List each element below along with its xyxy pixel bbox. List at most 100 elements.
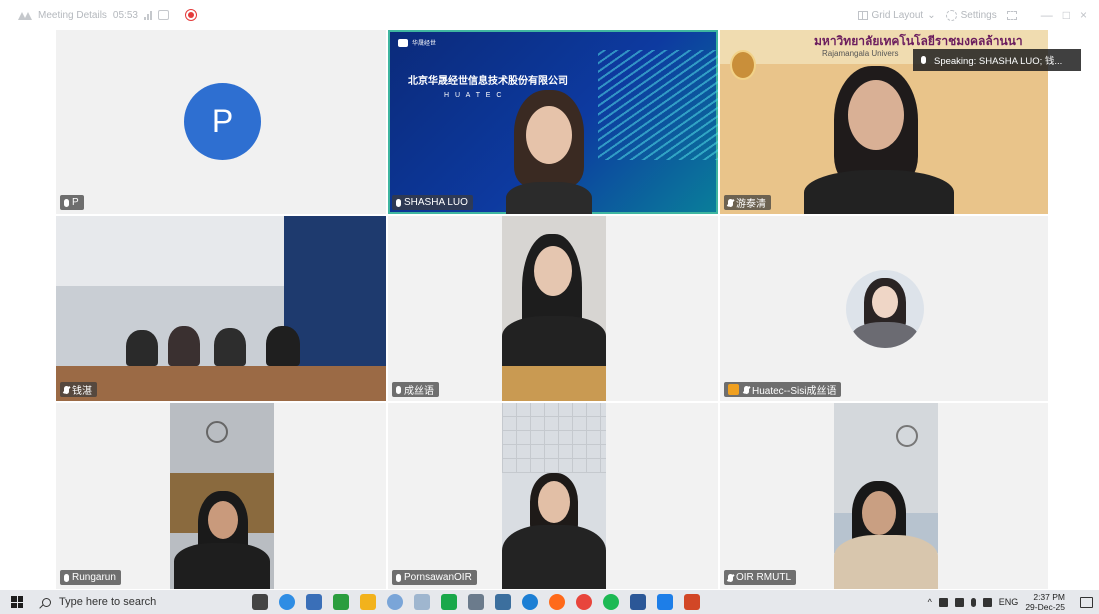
avatar: P xyxy=(184,83,261,160)
paint-icon[interactable] xyxy=(387,594,403,610)
edge-icon[interactable] xyxy=(279,594,295,610)
language-indicator[interactable]: ENG xyxy=(999,597,1019,607)
gear-icon xyxy=(945,9,957,21)
chevron-down-icon: ⌄ xyxy=(927,9,936,21)
volume-icon[interactable] xyxy=(938,597,948,607)
network-icon[interactable] xyxy=(982,597,992,607)
powerpoint-icon[interactable] xyxy=(684,594,700,610)
university-seal-icon xyxy=(730,50,756,80)
microphone-muted-icon xyxy=(64,385,69,394)
banner-subtitle: H U A T E C xyxy=(444,92,504,99)
video-tile-oir-rmutl[interactable]: OIR RMUTL xyxy=(720,403,1048,589)
room-desk xyxy=(56,366,386,401)
participant-name-tag: 游泰清 xyxy=(724,195,771,210)
speaker-icon xyxy=(921,56,926,64)
windows-taskbar: Type here to search ^ ENG 2:37 PM 29-Dec… xyxy=(0,590,1099,614)
store-icon[interactable] xyxy=(306,594,322,610)
clock-date: 29-Dec-25 xyxy=(1025,602,1065,612)
restore-button[interactable]: □ xyxy=(1063,8,1070,22)
brand-name: 华晟经世 xyxy=(412,41,437,47)
participant-name: 成丝语 xyxy=(404,386,434,397)
microphone-muted-icon xyxy=(728,198,733,207)
university-name-en: Rajamangala Univers xyxy=(822,49,899,58)
participant-video xyxy=(834,403,938,589)
participant-name-tag: PornsawanOIR xyxy=(392,570,477,585)
share-window-icon[interactable] xyxy=(157,10,169,20)
participant-name: PornsawanOIR xyxy=(404,572,472,583)
avatar xyxy=(846,270,924,348)
participant-name: Rungarun xyxy=(72,572,116,583)
system-tray: ^ ENG 2:37 PM 29-Dec-25 xyxy=(928,590,1099,614)
notepad-icon[interactable] xyxy=(414,594,430,610)
participant-name-tag: 钱湛 xyxy=(60,382,97,397)
microphone-icon[interactable] xyxy=(970,597,976,607)
video-tile-qian-zhan[interactable]: 钱湛 xyxy=(56,216,386,401)
video-tile-cheng-siyu[interactable]: 成丝语 xyxy=(388,216,718,401)
task-view-icon[interactable] xyxy=(252,594,268,610)
participant-video xyxy=(170,403,274,589)
chevron-up-icon[interactable]: ^ xyxy=(928,597,932,607)
taskbar-apps xyxy=(252,594,700,610)
video-tile-rungarun[interactable]: Rungarun xyxy=(56,403,386,589)
meeting-duration: 05:53 xyxy=(112,9,138,21)
minimize-button[interactable]: — xyxy=(1041,8,1053,22)
system-clock[interactable]: 2:37 PM 29-Dec-25 xyxy=(1025,592,1065,612)
banner-title: 北京华晟经世信息技术股份有限公司 xyxy=(408,76,568,87)
edge-browser-icon[interactable] xyxy=(522,594,538,610)
signal-strength-icon[interactable] xyxy=(143,10,152,20)
start-button[interactable] xyxy=(0,590,34,614)
clock-time: 2:37 PM xyxy=(1033,592,1065,602)
speaker-icon xyxy=(396,385,401,394)
participant-name-tag: Huatec--Sisi成丝语 xyxy=(724,382,842,397)
participant-name-tag: P xyxy=(60,195,84,210)
app-logo-icon xyxy=(18,10,32,20)
video-tile-shasha-luo[interactable]: 华晟经世 北京华晟经世信息技术股份有限公司 H U A T E C SHASHA… xyxy=(388,30,718,214)
word-icon[interactable] xyxy=(630,594,646,610)
microphone-muted-icon xyxy=(744,385,749,394)
fan-icon xyxy=(206,421,228,443)
speaker-icon xyxy=(64,198,69,207)
participant-name-tag: 成丝语 xyxy=(392,382,439,397)
speaker-icon xyxy=(396,573,401,582)
participant-name: SHASHA LUO xyxy=(404,197,468,208)
xbox-icon[interactable] xyxy=(333,594,349,610)
fullscreen-icon[interactable] xyxy=(1006,10,1017,20)
grid-layout-button[interactable]: Grid Layout ⌄ xyxy=(857,9,936,21)
wechat-icon[interactable] xyxy=(954,597,964,607)
video-tile-huatec-sisi[interactable]: Huatec--Sisi成丝语 xyxy=(720,216,1048,401)
search-placeholder: Type here to search xyxy=(59,596,157,608)
video-tile-pornsawan[interactable]: PornsawanOIR xyxy=(388,403,718,589)
participant-name: 游泰清 xyxy=(736,199,766,210)
firefox-icon[interactable] xyxy=(549,594,565,610)
title-bar: Meeting Details 05:53 Grid Layout ⌄ Sett… xyxy=(0,0,1099,30)
fan-icon xyxy=(896,425,918,447)
windows-logo-icon xyxy=(11,596,23,608)
grid-layout-label: Grid Layout xyxy=(871,9,924,21)
settings-button[interactable]: Settings xyxy=(945,9,997,21)
speaker-icon xyxy=(64,573,69,582)
calculator-icon[interactable] xyxy=(495,594,511,610)
banner-stripes xyxy=(598,50,718,160)
participant-name: OIR RMUTL xyxy=(736,572,791,583)
grid-icon xyxy=(857,10,868,20)
close-button[interactable]: × xyxy=(1080,8,1087,22)
chrome-icon[interactable] xyxy=(576,594,592,610)
line-icon[interactable] xyxy=(441,594,457,610)
participant-name-tag: SHASHA LUO xyxy=(392,195,473,210)
host-icon xyxy=(728,384,739,395)
meeting-details-link[interactable]: Meeting Details xyxy=(38,10,107,21)
recording-icon[interactable] xyxy=(184,9,197,21)
notification-icon[interactable] xyxy=(1080,596,1093,608)
search-icon xyxy=(42,597,51,607)
participant-video xyxy=(502,403,606,589)
file-explorer-icon[interactable] xyxy=(360,594,376,610)
microphone-muted-icon xyxy=(728,573,733,582)
microphone-icon xyxy=(396,198,401,207)
taskbar-search[interactable]: Type here to search xyxy=(34,590,230,614)
participant-video xyxy=(502,216,606,401)
meeting-app-icon[interactable] xyxy=(657,594,673,610)
snipping-tool-icon[interactable] xyxy=(468,594,484,610)
spotify-icon[interactable] xyxy=(603,594,619,610)
video-tile-p[interactable]: P P xyxy=(56,30,386,214)
participant-video xyxy=(116,326,306,366)
